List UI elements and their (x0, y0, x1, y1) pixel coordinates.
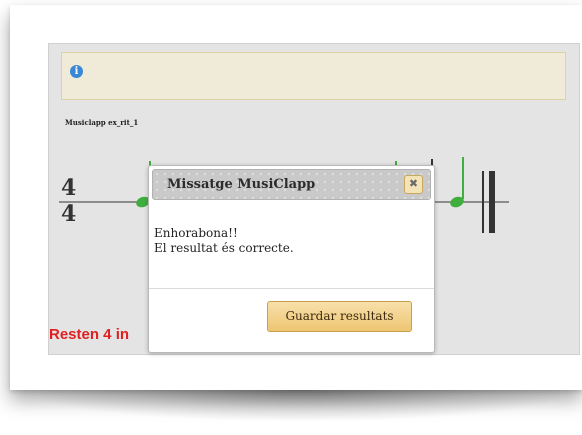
close-icon: ✖ (408, 177, 419, 190)
message-line-2: El resultat és correcte. (154, 241, 294, 255)
exercise-title: Musiclapp ex_rit_1 (65, 118, 139, 127)
dialog-message: Enhorabona!! El resultat és correcte. (154, 226, 294, 256)
remaining-attempts-text: Resten 4 in (49, 326, 130, 343)
screenshot-frame: i Musiclapp ex_rit_1 4 4 Resten 4 in Mis… (10, 5, 582, 390)
time-signature-bottom: 4 (61, 201, 76, 227)
dialog-separator (149, 288, 434, 289)
dialog-title: Missatge MusiClapp (167, 177, 316, 192)
message-dialog: Missatge MusiClapp ✖ Enhorabona!! El res… (148, 165, 435, 353)
time-signature-top: 4 (61, 175, 76, 201)
info-icon: i (70, 65, 83, 78)
message-line-1: Enhorabona!! (154, 226, 238, 240)
dialog-titlebar[interactable]: Missatge MusiClapp ✖ (152, 169, 431, 200)
close-button[interactable]: ✖ (404, 175, 423, 194)
final-barline-thick (489, 171, 495, 233)
info-bar: i (61, 52, 566, 100)
page-drop-shadow (40, 390, 560, 420)
save-results-button[interactable]: Guardar resultats (267, 301, 412, 332)
